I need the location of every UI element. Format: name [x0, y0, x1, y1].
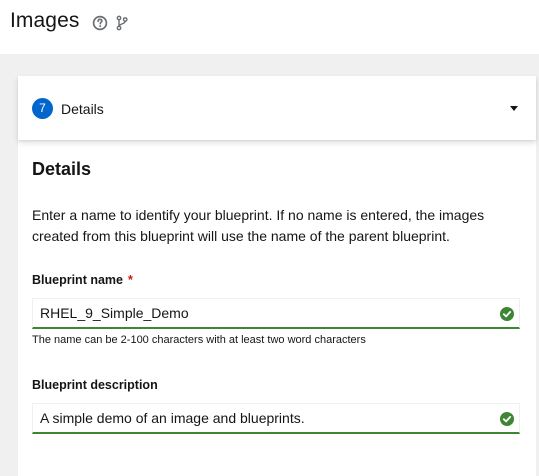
check-circle-icon — [500, 412, 514, 426]
wizard-card: 7 Details Details Enter a name to identi… — [18, 76, 536, 476]
blueprint-description-label: Blueprint description — [32, 378, 158, 392]
step-number-badge: 7 — [32, 98, 53, 119]
blueprint-name-input[interactable] — [32, 298, 520, 329]
caret-down-icon[interactable] — [510, 106, 518, 111]
page-title: Images — [10, 9, 80, 32]
wizard-step-toggle[interactable]: 7 Details — [18, 76, 536, 140]
intro-text: Enter a name to identify your blueprint.… — [32, 207, 485, 244]
blueprint-name-label: Blueprint name * — [32, 273, 133, 287]
code-branch-icon[interactable] — [116, 15, 128, 31]
question-circle-icon[interactable] — [92, 15, 108, 31]
page-header: Images — [0, 0, 539, 54]
blueprint-description-input[interactable] — [32, 403, 520, 434]
blueprint-name-label-text: Blueprint name — [32, 273, 123, 287]
check-circle-icon — [500, 307, 514, 321]
step-label: Details — [61, 101, 104, 117]
required-indicator: * — [128, 273, 133, 287]
section-title: Details — [32, 159, 92, 179]
blueprint-name-helper-text: The name can be 2-100 characters with at… — [32, 334, 366, 346]
